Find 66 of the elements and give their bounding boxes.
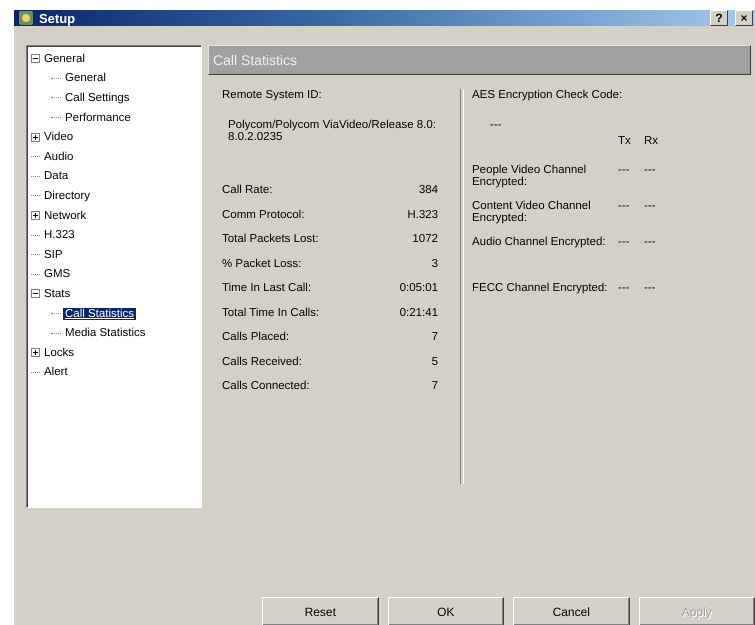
rx-value: --- (644, 200, 656, 212)
stat-label: Comm Protocol: (222, 208, 306, 221)
stat-label: Calls Placed: (222, 331, 290, 344)
stat-value: 0:21:41 (398, 306, 438, 319)
channel-label: People Video Channel Encrypted: (472, 164, 588, 188)
stat-label: Total Time In Calls: (222, 306, 320, 319)
tx-value: --- (618, 200, 630, 212)
rx-value: --- (644, 164, 656, 176)
field-label: AES Encryption Check Code: (472, 89, 624, 101)
expand-icon[interactable] (31, 211, 40, 220)
column-header: Tx (618, 135, 632, 147)
stat-value: H.323 (406, 208, 438, 221)
app-icon (18, 10, 34, 26)
stat-label: Call Rate: (222, 184, 274, 196)
channel-label: FECC Channel Encrypted: (472, 282, 609, 294)
tree-item[interactable]: General (63, 72, 108, 84)
check-code: --- (490, 119, 502, 131)
tree-item[interactable]: Data (42, 170, 70, 182)
dialog-button[interactable]: Cancel (513, 597, 630, 625)
stat-label: Calls Received: (222, 356, 303, 368)
field-label: Remote System ID: (222, 89, 323, 101)
panel-header: Call Statistics (208, 45, 751, 75)
stat-value: 7 (430, 380, 438, 392)
stat-label: Total Packets Lost: (222, 233, 320, 246)
tree-item[interactable]: Media Statistics (63, 327, 148, 340)
tree-item[interactable]: Alert (42, 366, 70, 378)
dialog-button[interactable]: OK (388, 597, 504, 625)
tx-value: --- (618, 164, 630, 176)
expand-icon[interactable] (31, 348, 40, 358)
tree-item[interactable]: GMS (42, 268, 72, 280)
stat-value: 1072 (411, 233, 438, 246)
help-button[interactable]: ? (710, 10, 728, 26)
remote-system-id: Polycom/Polycom ViaVideo/Release 8.0: 8.0.2.0235 (228, 119, 437, 143)
expand-icon[interactable] (31, 132, 40, 142)
tree-item[interactable]: General (42, 52, 87, 65)
tree-item[interactable]: Directory (42, 190, 92, 202)
window-title: Setup (39, 10, 76, 26)
stat-label: % Packet Loss: (222, 258, 302, 270)
channel-label: Content Video Channel Encrypted: (472, 200, 592, 224)
tree-item[interactable]: SIP (42, 248, 65, 261)
tree-item[interactable]: Network (42, 210, 88, 222)
tree-item[interactable]: Performance (63, 112, 133, 124)
column-header: Rx (644, 135, 660, 147)
tree-item[interactable]: Stats (42, 288, 72, 300)
tree-item[interactable]: Locks (42, 346, 76, 359)
rx-value: --- (644, 236, 656, 248)
tree-item[interactable]: H.323 (42, 229, 77, 242)
stat-value: 5 (430, 356, 438, 368)
stat-value: 384 (418, 184, 438, 196)
rx-value: --- (644, 282, 656, 294)
tx-value: --- (618, 236, 630, 248)
stat-value: 7 (430, 331, 438, 344)
dialog-button[interactable]: Reset (262, 597, 378, 625)
tree-item[interactable]: Video (42, 131, 76, 144)
channel-label: Audio Channel Encrypted: (472, 236, 607, 248)
tree-item[interactable]: Call Settings (63, 92, 132, 104)
stat-label: Time In Last Call: (222, 282, 312, 294)
stat-value: 3 (430, 258, 438, 270)
stat-value: 0:05:01 (398, 282, 438, 294)
close-button[interactable]: × (735, 10, 753, 26)
stat-label: Calls Connected: (222, 380, 311, 392)
tx-value: --- (618, 282, 630, 294)
collapse-icon[interactable] (31, 289, 40, 298)
collapse-icon[interactable] (31, 54, 40, 64)
tree-item[interactable]: Audio (42, 150, 76, 163)
tree-item[interactable]: Call Statistics (63, 308, 136, 320)
